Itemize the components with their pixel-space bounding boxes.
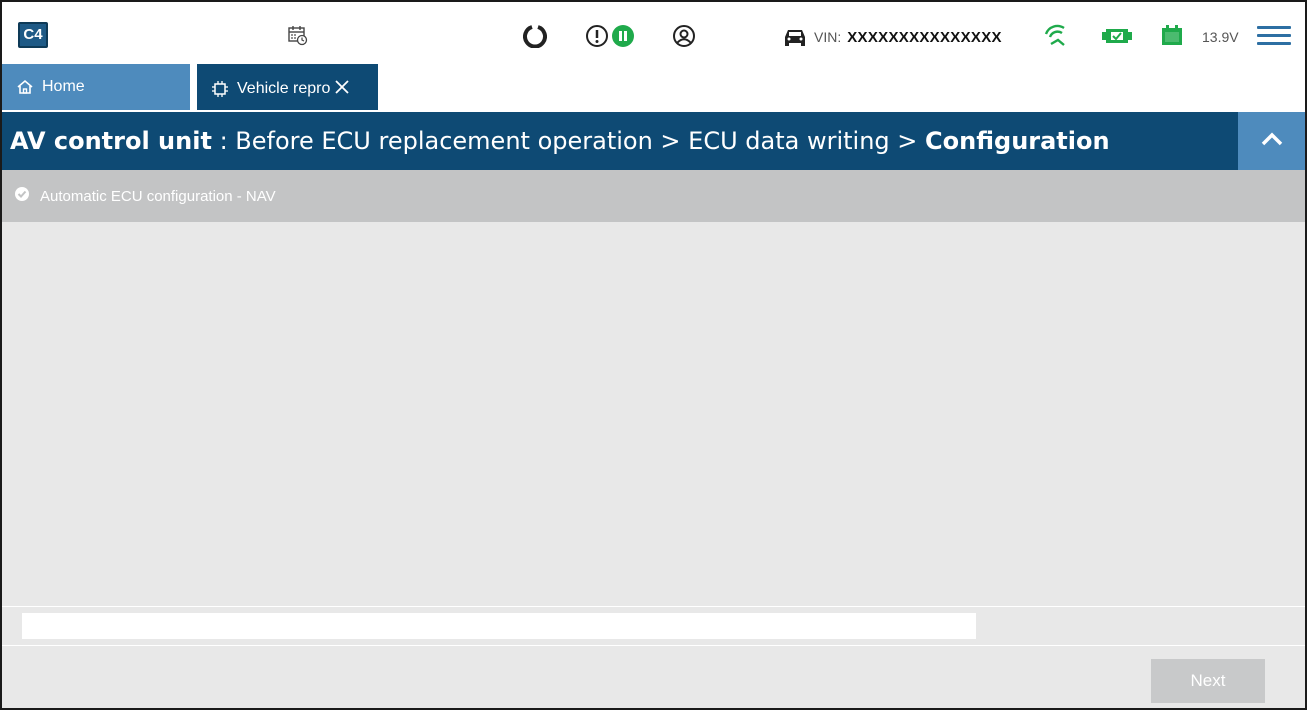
battery-icon xyxy=(1161,24,1183,46)
app-window: C4 VIN: XXXXXXXXXXXXXXX 13.9V Home Vehic… xyxy=(0,0,1307,710)
vin-label: VIN: xyxy=(814,29,842,45)
tab-home-label: Home xyxy=(42,78,85,95)
vin-display: VIN: XXXXXXXXXXXXXXX xyxy=(782,27,1002,47)
chevron-up-icon xyxy=(1261,132,1283,151)
calendar-clock-icon[interactable] xyxy=(287,24,309,46)
tab-bar: Home Vehicle repro xyxy=(2,64,1305,112)
user-icon[interactable] xyxy=(672,24,696,48)
top-toolbar: C4 VIN: XXXXXXXXXXXXXXX 13.9V xyxy=(2,2,1305,64)
voltage-reading: 13.9V xyxy=(1202,29,1239,45)
car-icon xyxy=(782,27,808,47)
check-circle-icon xyxy=(14,186,30,207)
collapse-button[interactable] xyxy=(1238,112,1305,170)
footer: Next xyxy=(2,646,1305,708)
breadcrumb-path: Before ECU replacement operation > ECU d… xyxy=(235,127,926,155)
breadcrumb-separator: : xyxy=(211,127,236,155)
page-title: AV control unit : Before ECU replacement… xyxy=(10,127,1110,155)
chip-icon xyxy=(211,80,229,98)
tab-home[interactable]: Home xyxy=(2,64,190,110)
status-label: Automatic ECU configuration - NAV xyxy=(40,187,276,205)
menu-icon[interactable] xyxy=(1257,26,1291,46)
connection-icon[interactable] xyxy=(1102,26,1132,46)
home-icon xyxy=(16,78,34,96)
breadcrumb: AV control unit : Before ECU replacement… xyxy=(2,112,1305,170)
status-row: Automatic ECU configuration - NAV xyxy=(2,170,1305,222)
progress-area xyxy=(2,606,1305,646)
main-content xyxy=(2,222,1305,606)
tab-vehicle-repro[interactable]: Vehicle repro xyxy=(197,64,378,110)
alert-icon[interactable] xyxy=(585,24,609,48)
close-icon[interactable] xyxy=(334,79,350,99)
pause-icon[interactable] xyxy=(611,24,635,48)
refresh-icon[interactable] xyxy=(523,24,547,48)
breadcrumb-unit: AV control unit xyxy=(10,127,212,155)
app-logo: C4 xyxy=(18,22,48,48)
tab-vehicle-repro-label: Vehicle repro xyxy=(237,79,331,97)
breadcrumb-current: Configuration xyxy=(925,127,1110,155)
wireless-icon[interactable] xyxy=(1042,22,1068,48)
next-button[interactable]: Next xyxy=(1151,659,1265,703)
vin-value: XXXXXXXXXXXXXXX xyxy=(847,28,1002,46)
progress-bar xyxy=(22,613,976,639)
